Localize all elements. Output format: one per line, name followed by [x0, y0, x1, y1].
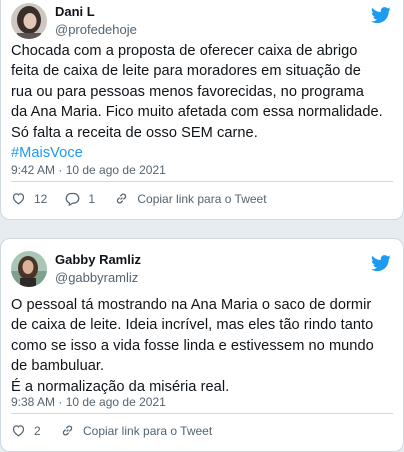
- tweet-card[interactable]: Dani L @profedehoje Chocada com a propos…: [0, 0, 404, 220]
- tweet-text-line: feita de caixa de leite para moradores e…: [11, 63, 361, 80]
- reply-button[interactable]: 1: [65, 191, 96, 206]
- tweet-actions: 12 1 Copiar link para o Tweet: [11, 191, 285, 206]
- copy-link-button[interactable]: Copiar link para o Tweet: [114, 191, 267, 206]
- like-button[interactable]: 2: [11, 423, 42, 438]
- twitter-bird-icon[interactable]: [371, 255, 391, 272]
- like-count: 2: [34, 423, 41, 438]
- like-count: 12: [34, 191, 48, 206]
- tweet-text-line: Só falta a receita de osso SEM carne.: [11, 124, 258, 141]
- author-handle[interactable]: @profedehoje: [55, 21, 137, 39]
- copy-link-label: Copiar link para o Tweet: [83, 423, 213, 438]
- tweet-timestamp[interactable]: 9:38 AM · 10 de ago de 2021: [11, 395, 166, 409]
- author-name[interactable]: Dani L: [55, 3, 137, 21]
- tweet-text-line: como se isso a vida fosse linda e estive…: [11, 337, 374, 354]
- reply-icon: [65, 192, 80, 206]
- link-icon: [62, 425, 73, 436]
- tweet-text: O pessoal tá mostrando na Ana Maria o sa…: [11, 295, 397, 397]
- tweet-timestamp[interactable]: 9:42 AM · 10 de ago de 2021: [11, 163, 166, 177]
- tweet-text: Chocada com a proposta de oferecer caixa…: [11, 41, 397, 163]
- tweet-text-line: O pessoal tá mostrando na Ana Maria o sa…: [11, 297, 372, 313]
- author-name[interactable]: Gabby Ramliz: [55, 251, 141, 269]
- tweet-actions: 2 Copiar link para o Tweet: [11, 423, 230, 438]
- twitter-bird-icon[interactable]: [371, 7, 391, 24]
- heart-icon: [12, 425, 25, 437]
- divider: [11, 181, 393, 182]
- link-icon: [117, 193, 127, 204]
- tweet-text-line: de bambuluar.: [11, 358, 105, 375]
- avatar[interactable]: [11, 3, 47, 39]
- hashtag-link[interactable]: #MaisVoce: [11, 143, 397, 163]
- divider: [11, 413, 393, 414]
- copy-link-button[interactable]: Copiar link para o Tweet: [60, 423, 212, 438]
- tweet-text-line: de caixa de leite. Ideia incrível, mas e…: [11, 317, 374, 334]
- copy-link-label: Copiar link para o Tweet: [137, 191, 267, 206]
- tweet-header: Gabby Ramliz @gabbyramliz: [11, 251, 141, 287]
- tweet-header: Dani L @profedehoje: [11, 3, 137, 39]
- author-handle[interactable]: @gabbyramliz: [55, 269, 141, 287]
- avatar[interactable]: [11, 251, 47, 287]
- tweet-card[interactable]: Gabby Ramliz @gabbyramliz O pessoal tá m…: [0, 238, 404, 452]
- tweet-text-line: Chocada com a proposta de oferecer caixa…: [11, 43, 358, 59]
- heart-icon: [12, 193, 25, 205]
- tweet-text-line: da Ana Maria. Fico muito afetada com ess…: [11, 104, 383, 121]
- like-button[interactable]: 12: [11, 191, 47, 206]
- tweet-text-line: rua ou para pessoas menos favorecidas, n…: [11, 83, 364, 100]
- tweet-text-line: É a normalização da miséria real.: [11, 378, 230, 395]
- reply-count: 1: [88, 191, 96, 206]
